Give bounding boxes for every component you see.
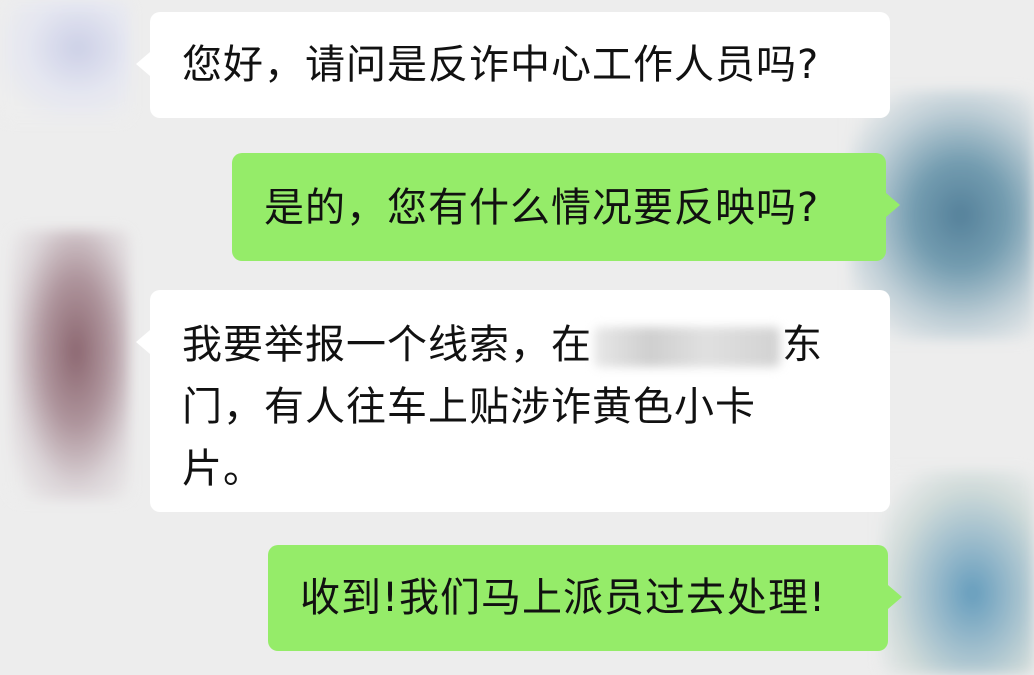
message-text: 收到!我们马上派员过去处理!: [300, 575, 827, 621]
message-line: 门，有人往车上贴涉诈黄色小卡: [182, 384, 756, 430]
message-text: 是的，您有什么情况要反映吗?: [264, 185, 820, 231]
message-text: 我要举报一个线索，在: [182, 322, 592, 368]
message-bubble-incoming[interactable]: 您好，请问是反诈中心工作人员吗?: [136, 12, 890, 118]
message-bubble-outgoing[interactable]: 收到!我们马上派员过去处理!: [268, 545, 902, 651]
message-text: 您好，请问是反诈中心工作人员吗?: [182, 42, 820, 88]
message-bubble-incoming[interactable]: 我要举报一个线索，在 东 门，有人往车上贴涉诈黄色小卡 片。: [136, 290, 890, 512]
message-line: 我要举报一个线索，在 东: [182, 314, 890, 376]
redacted-location-blur: [594, 327, 780, 367]
user-avatar-blurred[interactable]: [880, 470, 1034, 675]
sender-avatar-blurred[interactable]: [10, 230, 130, 500]
message-line: 片。: [182, 446, 264, 492]
message-bubble-outgoing[interactable]: 是的，您有什么情况要反映吗?: [232, 153, 900, 261]
message-text: 东: [782, 322, 823, 368]
sender-avatar-blurred[interactable]: [0, 0, 130, 120]
